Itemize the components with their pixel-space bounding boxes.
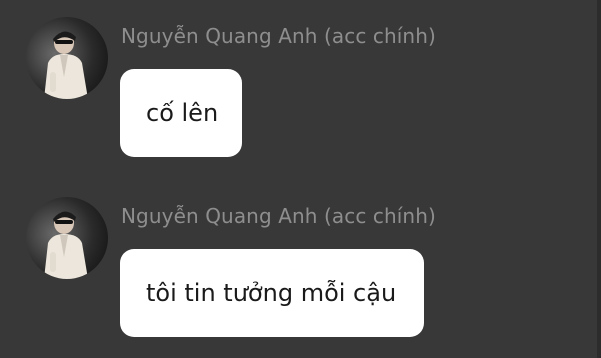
avatar-person-icon bbox=[44, 211, 88, 279]
message-text: cố lên bbox=[146, 99, 219, 127]
avatar-person-icon bbox=[44, 31, 88, 99]
message-bubble[interactable]: tôi tin tưởng mỗi cậu bbox=[120, 249, 424, 337]
scrollbar-track[interactable] bbox=[597, 0, 601, 358]
message-text: tôi tin tưởng mỗi cậu bbox=[146, 279, 397, 307]
sender-name: Nguyễn Quang Anh (acc chính) bbox=[121, 204, 436, 228]
avatar[interactable] bbox=[26, 17, 108, 99]
message-bubble[interactable]: cố lên bbox=[120, 69, 242, 157]
sender-name: Nguyễn Quang Anh (acc chính) bbox=[121, 24, 436, 48]
avatar[interactable] bbox=[26, 197, 108, 279]
chat-thread: Nguyễn Quang Anh (acc chính) cố lên Nguy… bbox=[0, 0, 601, 358]
